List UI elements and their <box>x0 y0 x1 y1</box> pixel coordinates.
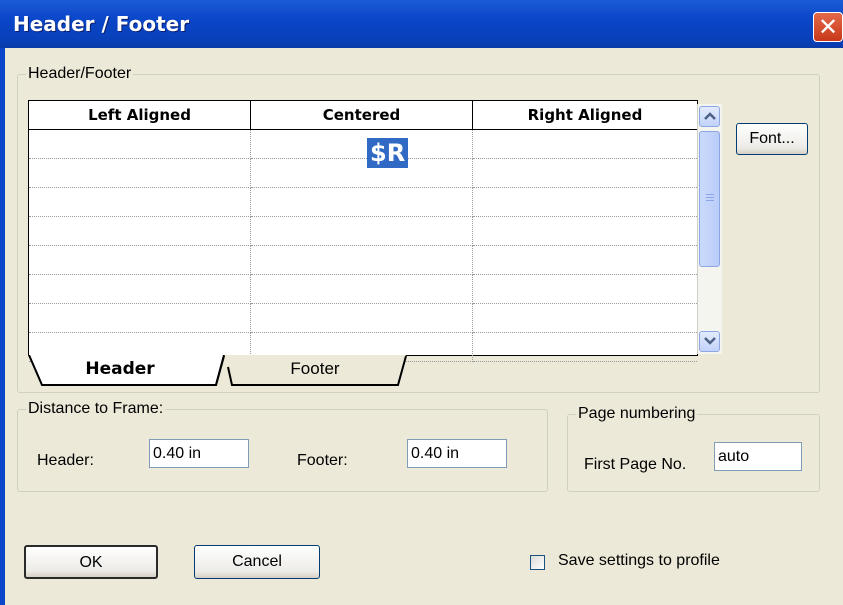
grid-cell[interactable] <box>473 217 697 246</box>
scroll-down-button[interactable] <box>699 331 720 352</box>
header-footer-grid[interactable]: Left Aligned Centered Right Aligned $R <box>28 100 698 362</box>
window-title: Header / Footer <box>13 12 190 36</box>
chevron-up-icon <box>703 112 716 120</box>
grid-cell[interactable] <box>473 275 697 304</box>
close-icon: ✕ <box>817 13 839 41</box>
tab-footer[interactable]: Footer <box>240 359 390 379</box>
title-bar: Header / Footer ✕ <box>0 0 843 48</box>
grid-cell[interactable] <box>29 217 251 246</box>
cancel-button[interactable]: Cancel <box>194 545 320 579</box>
grid-cell[interactable] <box>29 159 251 188</box>
grid-cell[interactable] <box>473 333 697 362</box>
grid-cell[interactable] <box>29 188 251 217</box>
page-numbering-group-label: Page numbering <box>578 405 696 422</box>
grid-cell[interactable] <box>29 275 251 304</box>
chevron-down-icon <box>703 337 716 345</box>
grid-cell[interactable] <box>473 188 697 217</box>
font-button[interactable]: Font... <box>736 123 808 155</box>
column-header-left: Left Aligned <box>29 101 251 130</box>
header-footer-group-label: Header/Footer <box>28 65 132 82</box>
first-page-input[interactable] <box>714 442 802 471</box>
footer-distance-input[interactable] <box>407 439 507 468</box>
footer-distance-label: Footer: <box>297 452 348 469</box>
close-button[interactable]: ✕ <box>813 12 843 42</box>
grid-cell[interactable] <box>251 304 473 333</box>
save-settings-label[interactable]: Save settings to profile <box>558 552 720 570</box>
grid-cell[interactable] <box>29 246 251 275</box>
grid-cell[interactable] <box>251 217 473 246</box>
selected-cell-text[interactable]: $R <box>367 138 409 168</box>
scroll-thumb[interactable] <box>699 131 720 267</box>
grid-cell[interactable] <box>251 130 473 159</box>
grid-cell[interactable] <box>473 130 697 159</box>
grid-cell[interactable] <box>29 304 251 333</box>
first-page-label: First Page No. <box>584 456 687 473</box>
window-border <box>0 48 5 605</box>
grid-cell[interactable] <box>29 130 251 159</box>
header-distance-label: Header: <box>37 452 94 469</box>
grid-cell[interactable] <box>473 304 697 333</box>
tab-header[interactable]: Header <box>50 359 190 379</box>
column-header-right: Right Aligned <box>473 101 697 130</box>
grid-cell[interactable] <box>251 275 473 304</box>
grid-cell[interactable] <box>251 159 473 188</box>
grid-cell[interactable] <box>473 159 697 188</box>
header-distance-input[interactable] <box>149 439 249 468</box>
grid-cell[interactable] <box>473 246 697 275</box>
save-settings-checkbox[interactable] <box>530 555 545 570</box>
grid-cell[interactable] <box>251 246 473 275</box>
grid-cell[interactable] <box>251 188 473 217</box>
ok-button[interactable]: OK <box>24 545 158 579</box>
distance-group-label: Distance to Frame: <box>28 400 164 417</box>
scroll-up-button[interactable] <box>699 106 720 127</box>
column-header-centered: Centered <box>251 101 473 130</box>
grid-scrollbar[interactable] <box>697 104 722 354</box>
